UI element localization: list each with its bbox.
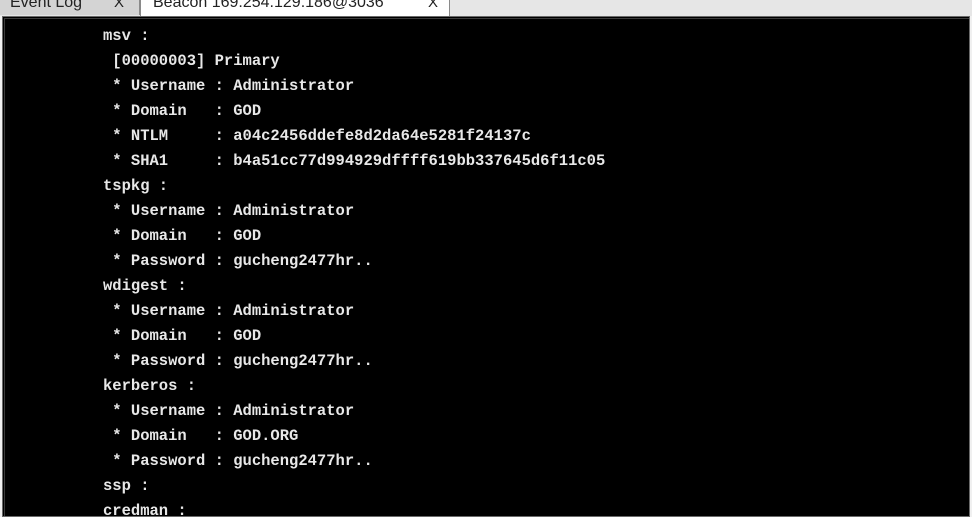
console-line: tspkg : <box>103 177 169 195</box>
console-line: * Domain : GOD.ORG <box>103 427 299 445</box>
console-line: credman : <box>103 502 187 517</box>
console-output: msv : [00000003] Primary * Username : Ad… <box>103 24 606 517</box>
console-line: * Username : Administrator <box>103 202 355 220</box>
close-icon[interactable]: X <box>114 0 124 14</box>
console-line: * Domain : GOD <box>103 227 262 245</box>
console-line: * NTLM : a04c2456ddefe8d2da64e5281f24137… <box>103 127 531 145</box>
close-icon[interactable]: X <box>428 0 438 14</box>
tab-beacon[interactable]: Beacon 169.254.129.186@3036 X <box>140 0 450 17</box>
console-line: * Password : gucheng2477hr.. <box>103 452 373 470</box>
console-line: kerberos : <box>103 377 197 395</box>
console-line: * SHA1 : b4a51cc77d994929dffff619bb33764… <box>103 152 606 170</box>
console-line: ssp : <box>103 477 150 495</box>
console-line: * Domain : GOD <box>103 327 262 345</box>
console-line: [00000003] Primary <box>103 52 280 70</box>
tab-beacon-label: Beacon 169.254.129.186@3036 <box>153 0 384 11</box>
console-line: * Username : Administrator <box>103 302 355 320</box>
tab-event-log-label: Event Log <box>10 0 83 11</box>
console-output-area: msv : [00000003] Primary * Username : Ad… <box>4 18 969 516</box>
console-line: msv : <box>103 27 150 45</box>
console-line: * Domain : GOD <box>103 102 262 120</box>
console-line: * Password : gucheng2477hr.. <box>103 252 373 270</box>
console-line: * Password : gucheng2477hr.. <box>103 352 373 370</box>
tab-bar: Event Log X Beacon 169.254.129.186@3036 … <box>0 0 972 17</box>
console-line: * Username : Administrator <box>103 402 355 420</box>
console-line: * Username : Administrator <box>103 77 355 95</box>
tab-event-log[interactable]: Event Log X <box>0 0 140 15</box>
beacon-window: Event Log X Beacon 169.254.129.186@3036 … <box>0 0 972 517</box>
console-line: wdigest : <box>103 277 187 295</box>
beacon-console[interactable]: msv : [00000003] Primary * Username : Ad… <box>2 16 970 517</box>
